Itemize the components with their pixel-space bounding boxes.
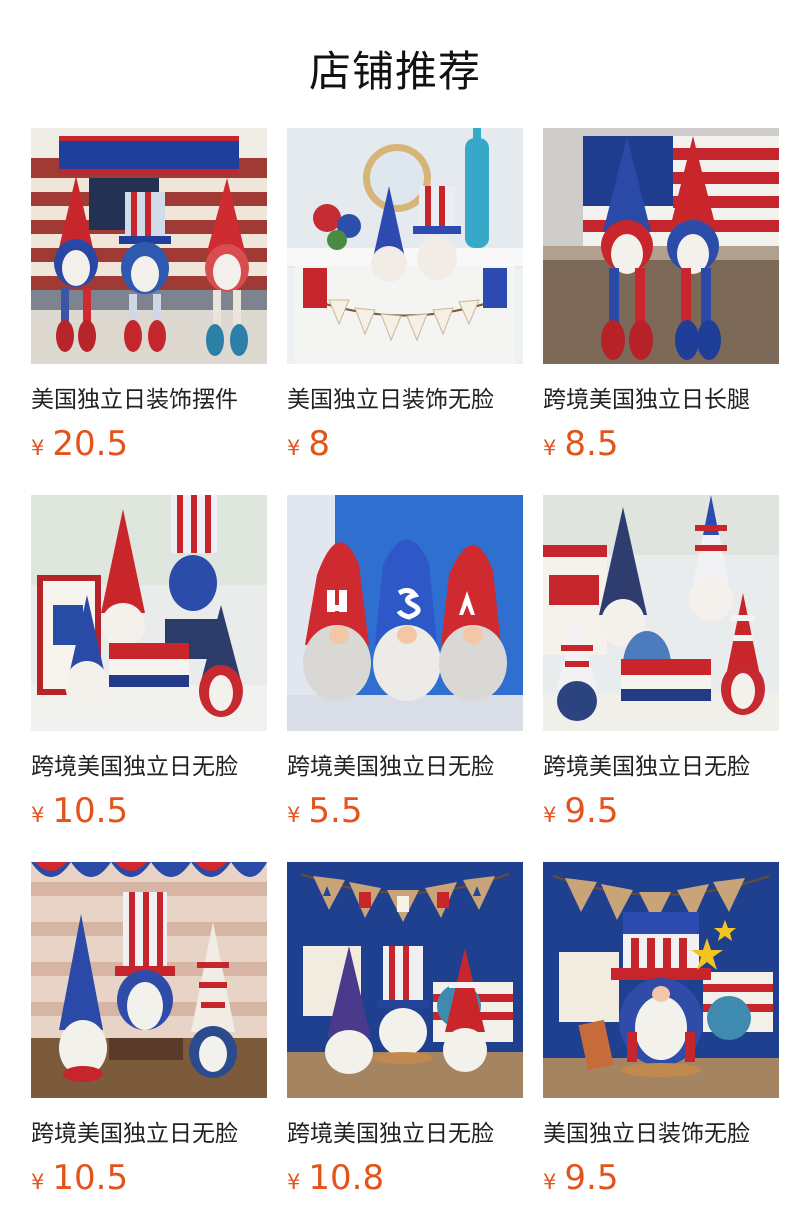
product-image[interactable] (31, 862, 267, 1098)
product-name[interactable]: 美国独立日装饰无脸 (543, 1114, 779, 1148)
product-image[interactable] (287, 128, 523, 364)
product-card[interactable]: 美国独立日装饰摆件 ¥ 20.5 (31, 128, 267, 464)
product-name[interactable]: 跨境美国独立日无脸 (287, 1114, 523, 1148)
currency-symbol: ¥ (31, 1170, 45, 1194)
product-image[interactable] (543, 495, 779, 731)
product-price: ¥ 8.5 (543, 424, 779, 464)
currency-symbol: ¥ (31, 436, 45, 460)
product-card[interactable]: 美国独立日装饰无脸 ¥ 9.5 (543, 862, 779, 1198)
currency-symbol: ¥ (287, 436, 301, 460)
currency-symbol: ¥ (287, 803, 301, 827)
product-card[interactable]: 跨境美国独立日无脸 ¥ 10.8 (287, 862, 523, 1198)
currency-symbol: ¥ (543, 436, 557, 460)
product-name[interactable]: 美国独立日装饰摆件 (31, 380, 267, 414)
product-name[interactable]: 跨境美国独立日无脸 (31, 1114, 267, 1148)
product-price: ¥ 10.5 (31, 791, 267, 831)
currency-symbol: ¥ (543, 1170, 557, 1194)
price-value: 10.5 (52, 1158, 129, 1198)
price-value: 5.5 (308, 791, 363, 831)
product-image[interactable] (31, 128, 267, 364)
product-card[interactable]: 跨境美国独立日无脸 ¥ 10.5 (31, 862, 267, 1198)
price-value: 9.5 (564, 791, 619, 831)
product-price: ¥ 20.5 (31, 424, 267, 464)
currency-symbol: ¥ (31, 803, 45, 827)
product-image[interactable] (287, 495, 523, 731)
price-value: 9.5 (564, 1158, 619, 1198)
product-image[interactable] (287, 862, 523, 1098)
product-card[interactable]: 跨境美国独立日长腿 ¥ 8.5 (543, 128, 779, 464)
product-name[interactable]: 跨境美国独立日无脸 (31, 747, 267, 781)
product-image[interactable] (543, 862, 779, 1098)
product-card[interactable]: 美国独立日装饰无脸 ¥ 8 (287, 128, 523, 464)
product-name[interactable]: 跨境美国独立日无脸 (543, 747, 779, 781)
price-value: 8.5 (564, 424, 619, 464)
page-title: 店铺推荐 (308, 47, 481, 96)
currency-symbol: ¥ (287, 1170, 301, 1194)
product-card[interactable]: 跨境美国独立日无脸 ¥ 9.5 (543, 495, 779, 831)
product-name[interactable]: 美国独立日装饰无脸 (287, 380, 523, 414)
product-name[interactable]: 跨境美国独立日长腿 (543, 380, 779, 414)
product-price: ¥ 9.5 (543, 791, 779, 831)
price-value: 20.5 (52, 424, 129, 464)
product-price: ¥ 10.8 (287, 1158, 523, 1198)
product-price: ¥ 5.5 (287, 791, 523, 831)
product-card[interactable]: 跨境美国独立日无脸 ¥ 5.5 (287, 495, 523, 831)
product-price: ¥ 10.5 (31, 1158, 267, 1198)
product-name[interactable]: 跨境美国独立日无脸 (287, 747, 523, 781)
product-price: ¥ 8 (287, 424, 523, 464)
product-image[interactable] (31, 495, 267, 731)
currency-symbol: ¥ (543, 803, 557, 827)
product-card[interactable]: 跨境美国独立日无脸 ¥ 10.5 (31, 495, 267, 831)
price-value: 8 (308, 424, 331, 464)
product-image[interactable] (543, 128, 779, 364)
price-value: 10.5 (52, 791, 129, 831)
price-value: 10.8 (308, 1158, 385, 1198)
product-price: ¥ 9.5 (543, 1158, 779, 1198)
